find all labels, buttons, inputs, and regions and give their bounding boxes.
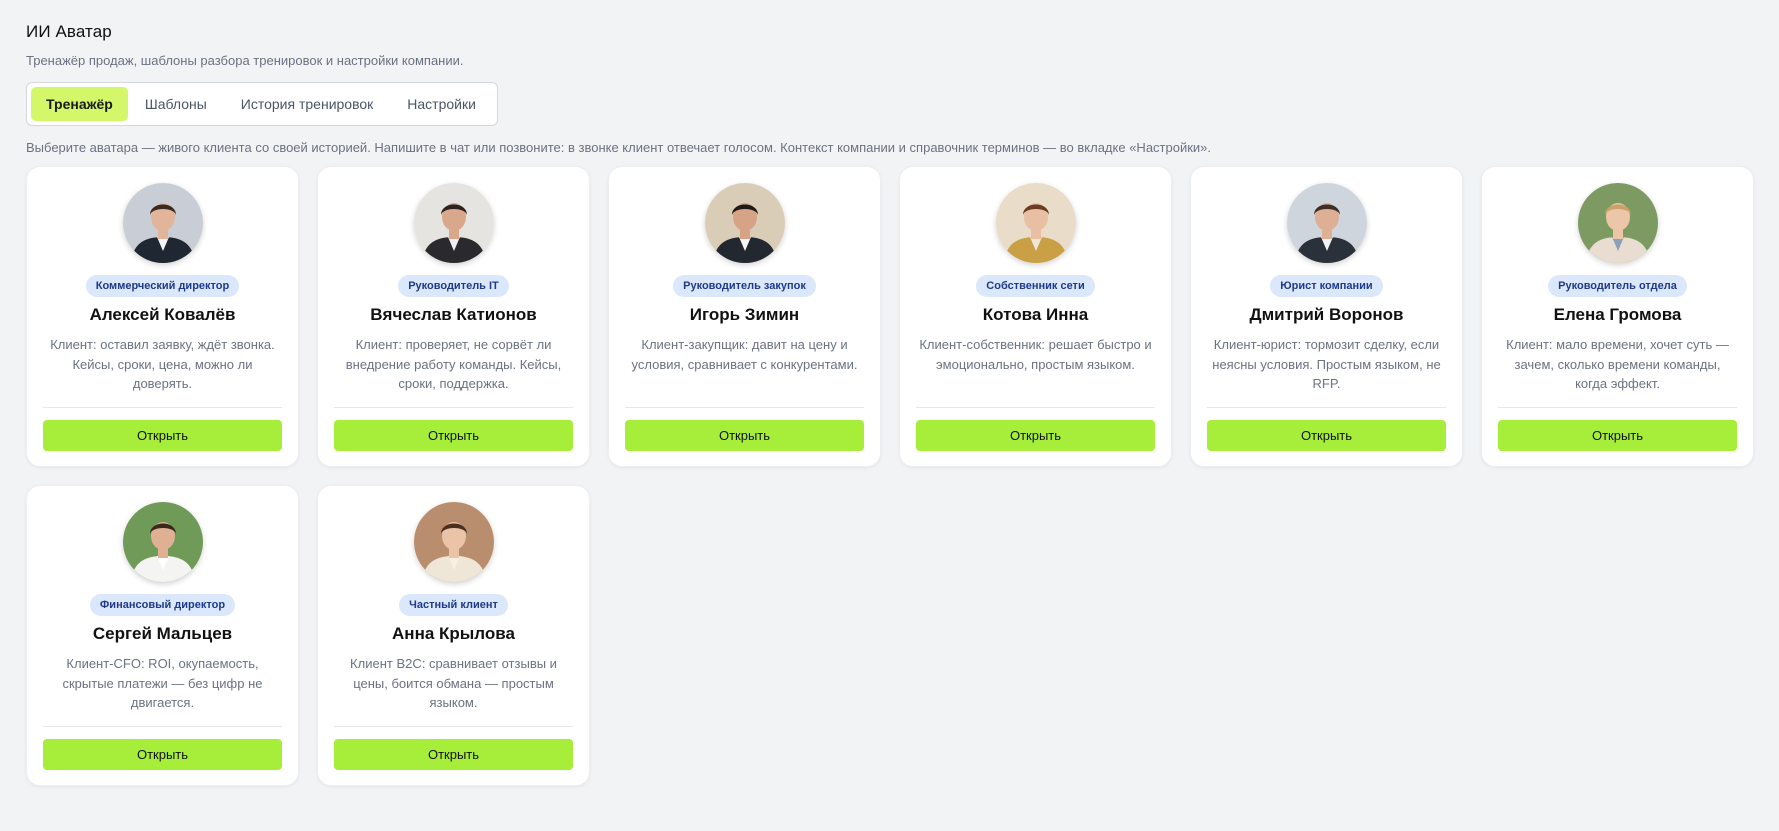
card-divider (43, 726, 282, 727)
role-badge: Юрист компании (1270, 275, 1383, 297)
avatar-card: Собственник сети Котова Инна Клиент-собс… (899, 166, 1172, 467)
tab-training-history[interactable]: История тренировок (224, 87, 390, 121)
role-badge: Финансовый директор (89, 594, 236, 616)
tab-templates[interactable]: Шаблоны (128, 87, 224, 121)
avatar-card: Юрист компании Дмитрий Воронов Клиент-юр… (1190, 166, 1463, 467)
tab-trainer[interactable]: Тренажёр (31, 87, 128, 121)
avatar-grid: Коммерческий директор Алексей Ковалёв Кл… (26, 166, 1756, 786)
avatar-photo (122, 183, 203, 263)
avatar-description: Клиент-CFO: ROI, окупаемость, скрытые пл… (62, 656, 263, 710)
avatar-photo (413, 502, 494, 582)
card-divider (1498, 407, 1737, 408)
role-badge: Руководитель IT (398, 275, 509, 297)
card-divider (1207, 407, 1446, 408)
avatar-card: Руководитель закупок Игорь Зимин Клиент-… (608, 166, 881, 467)
avatar-image (122, 502, 203, 582)
tab-bar: Тренажёр Шаблоны История тренировок Наст… (26, 82, 498, 126)
card-divider (916, 407, 1155, 408)
page: ИИ Аватар Тренажёр продаж, шаблоны разбо… (26, 22, 1756, 786)
card-divider (43, 407, 282, 408)
role-badge: Коммерческий директор (85, 275, 240, 297)
open-button[interactable]: Открыть (43, 420, 282, 451)
avatar-description: Клиент: мало времени, хочет суть — зачем… (1506, 337, 1729, 391)
avatar-card: Коммерческий директор Алексей Ковалёв Кл… (26, 166, 299, 467)
card-divider (334, 726, 573, 727)
open-button[interactable]: Открыть (625, 420, 864, 451)
avatar-image (122, 183, 203, 263)
avatar-image (1286, 183, 1367, 263)
avatar-image (1577, 183, 1658, 263)
card-divider (625, 407, 864, 408)
role-badge: Руководитель закупок (673, 275, 816, 297)
avatar-description: Клиент: оставил заявку, ждёт звонка. Кей… (50, 337, 275, 391)
open-button[interactable]: Открыть (1207, 420, 1446, 451)
tab-settings[interactable]: Настройки (390, 87, 493, 121)
avatar-description: Клиент-закупщик: давит на цену и условия… (631, 337, 858, 372)
avatar-image (704, 183, 785, 263)
avatar-name: Дмитрий Воронов (1249, 305, 1404, 324)
avatar-card: Руководитель отдела Елена Громова Клиент… (1481, 166, 1754, 467)
avatar-card: Финансовый директор Сергей Мальцев Клиен… (26, 485, 299, 786)
avatar-name: Котова Инна (982, 305, 1089, 324)
instructions-text: Выберите аватара — живого клиента со сво… (26, 140, 1212, 155)
avatar-photo (704, 183, 785, 263)
open-button[interactable]: Открыть (1498, 420, 1737, 451)
open-button[interactable]: Открыть (334, 420, 573, 451)
avatar-description: Клиент B2C: сравнивает отзывы и цены, бо… (350, 656, 557, 710)
card-divider (334, 407, 573, 408)
avatar-photo (1286, 183, 1367, 263)
avatar-description: Клиент: проверяет, не сорвёт ли внедрени… (345, 337, 562, 391)
open-button[interactable]: Открыть (334, 739, 573, 770)
role-badge: Частный клиент (399, 594, 508, 616)
role-badge: Собственник сети (976, 275, 1095, 297)
avatar-name: Анна Крылова (392, 624, 515, 643)
avatar-image (413, 183, 494, 263)
page-subtitle: Тренажёр продаж, шаблоны разбора трениро… (26, 53, 464, 68)
avatar-description: Клиент-собственник: решает быстро и эмоц… (919, 337, 1152, 372)
avatar-name: Игорь Зимин (689, 305, 800, 324)
avatar-photo (413, 183, 494, 263)
avatar-name: Вячеслав Катионов (370, 305, 537, 324)
avatar-description: Клиент-юрист: тормозит сделку, если неяс… (1212, 337, 1441, 391)
avatar-card: Частный клиент Анна Крылова Клиент B2C: … (317, 485, 590, 786)
open-button[interactable]: Открыть (916, 420, 1155, 451)
avatar-image (995, 183, 1076, 263)
avatar-image (413, 502, 494, 582)
avatar-name: Алексей Ковалёв (89, 305, 236, 324)
open-button[interactable]: Открыть (43, 739, 282, 770)
avatar-photo (995, 183, 1076, 263)
page-title: ИИ Аватар (26, 22, 112, 41)
avatar-photo (122, 502, 203, 582)
avatar-name: Сергей Мальцев (92, 624, 233, 643)
avatar-card: Руководитель IT Вячеслав Катионов Клиент… (317, 166, 590, 467)
avatar-photo (1577, 183, 1658, 263)
role-badge: Руководитель отдела (1548, 275, 1687, 297)
avatar-name: Елена Громова (1553, 305, 1682, 324)
